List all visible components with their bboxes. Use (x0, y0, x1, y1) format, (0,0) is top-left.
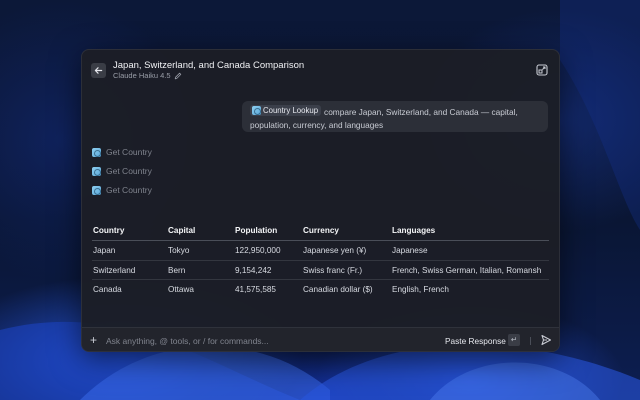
table-cell: Japanese (392, 246, 428, 255)
comparison-table: Country Capital Population Currency Lang… (92, 222, 549, 300)
chat-title: Japan, Switzerland, and Canada Compariso… (113, 60, 305, 71)
divider (530, 337, 531, 345)
table-cell: Japan (93, 246, 116, 255)
table-cell: Canadian dollar ($) (303, 285, 373, 294)
tool-call-item[interactable]: Get Country (92, 147, 152, 157)
tool-call-label: Get Country (106, 166, 152, 176)
arrow-left-icon (94, 67, 103, 74)
table-cell: 122,950,000 (235, 246, 281, 255)
table-header-row: Country Capital Population Currency Lang… (92, 222, 549, 241)
column-header: Languages (392, 226, 436, 235)
tool-call-item[interactable]: Get Country (92, 166, 152, 176)
tool-call-label: Get Country (106, 147, 152, 157)
table-cell: Canada (93, 285, 122, 294)
table-cell: Swiss franc (Fr.) (303, 265, 363, 275)
tool-globe-icon (92, 147, 101, 157)
column-header: Population (235, 226, 278, 235)
table-cell: 9,154,242 (235, 265, 272, 275)
message-input[interactable] (106, 333, 426, 348)
column-header: Currency (303, 226, 339, 235)
enter-key-hint: ↵ (508, 334, 520, 346)
paste-response-button[interactable]: Paste Response (445, 336, 506, 346)
tool-globe-icon (92, 185, 101, 195)
table-cell: Ottawa (168, 285, 194, 294)
table-cell: 41,575,585 (235, 285, 276, 294)
table-cell: English, French (392, 285, 449, 294)
tool-chip-label: Country Lookup (263, 106, 319, 115)
chat-window: Japan, Switzerland, and Canada Compariso… (81, 49, 560, 352)
chat-header: Japan, Switzerland, and Canada Compariso… (82, 50, 559, 90)
pencil-icon (174, 72, 181, 79)
column-header: Capital (168, 226, 196, 235)
table-row: Switzerland Bern 9,154,242 Swiss franc (… (92, 261, 549, 280)
tool-chip[interactable]: Country Lookup (250, 105, 322, 116)
tool-call-label: Get Country (106, 185, 152, 195)
back-button[interactable] (91, 63, 106, 78)
expand-icon[interactable] (536, 64, 548, 76)
table-cell: Bern (168, 265, 186, 275)
table-cell: Japanese yen (¥) (303, 246, 367, 255)
model-selector[interactable]: Claude Haiku 4.5 (113, 71, 182, 80)
send-icon[interactable] (540, 334, 552, 346)
table-row: Japan Tokyo 122,950,000 Japanese yen (¥)… (92, 241, 549, 261)
table-row: Canada Ottawa 41,575,585 Canadian dollar… (92, 280, 549, 300)
model-name: Claude Haiku 4.5 (113, 71, 171, 80)
column-header: Country (93, 226, 125, 235)
plus-icon[interactable]: + (90, 333, 97, 347)
user-message: Country Lookup compare Japan, Switzerlan… (242, 101, 548, 132)
message-composer: + Paste Response ↵ (82, 327, 559, 351)
tool-globe-icon (252, 106, 261, 115)
table-cell: French, Swiss German, Italian, Romansh (392, 265, 542, 275)
table-cell: Tokyo (168, 246, 190, 255)
tool-globe-icon (92, 166, 101, 176)
table-cell: Switzerland (93, 265, 136, 275)
tool-call-item[interactable]: Get Country (92, 185, 152, 195)
